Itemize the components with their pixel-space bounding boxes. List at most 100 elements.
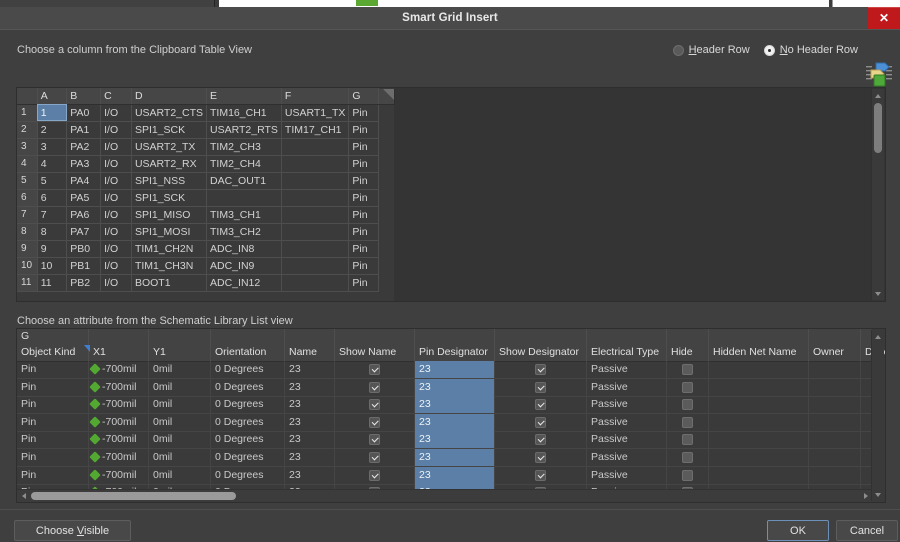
list-cell-name[interactable]: 23 (285, 396, 335, 414)
list-cell-show_name[interactable] (335, 378, 415, 396)
clipboard-cell-D5[interactable]: SPI1_NSS (131, 172, 208, 190)
clipboard-cell-E7[interactable]: TIM3_CH1 (206, 206, 282, 224)
list-scroll-down-icon[interactable] (872, 489, 884, 501)
list-cell-electrical_type[interactable]: Passive (587, 396, 667, 414)
list-cell-pin_designator[interactable]: 23 (415, 431, 495, 449)
list-cell-show_designator[interactable] (495, 431, 587, 449)
list-item[interactable]: Pin-700mil0mil0 Degrees2323Passive (17, 449, 872, 467)
clipboard-cell-F7[interactable] (281, 206, 350, 224)
clipboard-col-header-b[interactable]: B (66, 88, 102, 105)
close-button[interactable]: ✕ (868, 7, 900, 29)
list-cell-show_name[interactable] (335, 449, 415, 466)
list-vertical-scrollbar[interactable] (871, 330, 884, 501)
clipboard-row-header[interactable]: 3 (17, 138, 38, 156)
clipboard-grid-row[interactable]: 10 10 PB1 I/O TIM1_CH3N ADC_IN9 Pin (17, 257, 379, 275)
clipboard-cell-F11[interactable] (281, 274, 350, 292)
list-cell-orientation[interactable]: 0 Degrees (211, 361, 285, 378)
clipboard-cell-E2[interactable]: USART2_RTS (206, 121, 282, 139)
clipboard-cell-D3[interactable]: USART2_TX (131, 138, 208, 156)
clipboard-cell-F2[interactable]: TIM17_CH1 (281, 121, 350, 139)
list-item[interactable]: Pin-700mil0mil0 Degrees2323Passive (17, 396, 872, 415)
clipboard-col-header-e[interactable]: E (206, 88, 282, 105)
checkbox-checked-icon[interactable] (535, 416, 546, 428)
list-col-header-hidden-net-name[interactable]: Hidden Net Name (709, 344, 809, 361)
clipboard-cell-D9[interactable]: TIM1_CH2N (131, 240, 208, 258)
scroll-left-icon[interactable] (17, 490, 29, 502)
checkbox-checked-icon[interactable] (535, 434, 546, 446)
checkbox-checked-icon[interactable] (535, 399, 546, 411)
clipboard-cell-A8[interactable]: 8 (37, 223, 68, 241)
list-cell-show_designator[interactable] (495, 361, 587, 378)
checkbox-checked-icon[interactable] (535, 452, 546, 463)
clipboard-cell-G9[interactable]: Pin (348, 240, 379, 258)
list-cell-show_designator[interactable] (495, 449, 587, 466)
list-cell-owner[interactable] (809, 396, 861, 414)
clipboard-cell-C4[interactable]: I/O (100, 155, 132, 173)
clipboard-col-header-a[interactable]: A (37, 88, 68, 105)
clipboard-cell-G6[interactable]: Pin (348, 189, 379, 207)
schematic-library-list-view[interactable]: G Object Kind X1 Y1 Orientation Name Show Nam… (16, 328, 886, 503)
radio-header-row[interactable]: Header Row (672, 44, 750, 56)
list-cell-owner[interactable] (809, 413, 861, 431)
list-cell-y1[interactable]: 0mil (149, 466, 211, 484)
clipboard-table-view[interactable]: A B C D E F G 1 1 PA0 I/O USART2_CTS TIM16_CH… (16, 87, 886, 302)
list-cell-object_kind[interactable]: Pin (17, 413, 89, 431)
clipboard-cell-D7[interactable]: SPI1_MISO (131, 206, 208, 224)
checkbox-unchecked-icon[interactable] (682, 381, 693, 393)
list-cell-name[interactable]: 23 (285, 466, 335, 484)
list-cell-show_name[interactable] (335, 361, 415, 378)
clipboard-cell-G5[interactable]: Pin (348, 172, 379, 190)
clipboard-cell-A2[interactable]: 2 (37, 121, 68, 139)
list-cell-owner[interactable] (809, 378, 861, 396)
list-cell-name[interactable]: 23 (285, 413, 335, 431)
clipboard-grid-row[interactable]: 8 8 PA7 I/O SPI1_MOSI TIM3_CH2 Pin (17, 223, 379, 241)
clipboard-cell-F10[interactable] (281, 257, 350, 275)
clipboard-grid-row[interactable]: 4 4 PA3 I/O USART2_RX TIM2_CH4 Pin (17, 155, 379, 173)
list-scroll-up-icon[interactable] (872, 330, 884, 342)
checkbox-checked-icon[interactable] (369, 469, 380, 481)
clipboard-cell-D6[interactable]: SPI1_SCK (131, 189, 208, 207)
list-col-header-owner[interactable]: Owner (809, 344, 861, 361)
clipboard-cell-B4[interactable]: PA3 (66, 155, 102, 173)
clipboard-cell-A10[interactable]: 10 (37, 257, 68, 275)
clipboard-row-header[interactable]: 1 (17, 104, 38, 122)
clipboard-scroll-thumb[interactable] (874, 103, 882, 153)
list-cell-x1[interactable]: -700mil (89, 466, 149, 484)
checkbox-unchecked-icon[interactable] (682, 364, 693, 375)
clipboard-cell-G7[interactable]: Pin (348, 206, 379, 224)
list-col-header-pin-designator[interactable]: Pin Designator (415, 344, 495, 361)
list-cell-electrical_type[interactable]: Passive (587, 431, 667, 449)
list-cell-pin_designator[interactable]: 23 (415, 378, 495, 396)
list-cell-orientation[interactable]: 0 Degrees (211, 413, 285, 431)
choose-visible-columns-button[interactable]: Choose Visible Columns (14, 520, 131, 541)
clipboard-cell-A3[interactable]: 3 (37, 138, 68, 156)
clipboard-cell-A4[interactable]: 4 (37, 155, 68, 173)
list-cell-pin_designator[interactable]: 23 (415, 449, 495, 466)
list-cell-object_kind[interactable]: Pin (17, 378, 89, 396)
list-cell-y1[interactable]: 0mil (149, 413, 211, 431)
clipboard-cell-D8[interactable]: SPI1_MOSI (131, 223, 208, 241)
list-cell-show_designator[interactable] (495, 466, 587, 484)
list-cell-hidden_net_name[interactable] (709, 431, 809, 449)
clipboard-cell-G4[interactable]: Pin (348, 155, 379, 173)
list-cell-object_kind[interactable]: Pin (17, 431, 89, 449)
list-cell-hide[interactable] (667, 361, 709, 378)
list-cell-electrical_type[interactable]: Passive (587, 449, 667, 466)
list-cell-y1[interactable]: 0mil (149, 378, 211, 396)
clipboard-cell-C3[interactable]: I/O (100, 138, 132, 156)
list-cell-y1[interactable]: 0mil (149, 449, 211, 466)
list-cell-owner[interactable] (809, 361, 861, 378)
scroll-up-icon[interactable] (872, 89, 884, 101)
list-cell-hidden_net_name[interactable] (709, 378, 809, 396)
clipboard-cell-F1[interactable]: USART1_TX (281, 104, 350, 122)
clipboard-cell-F8[interactable] (281, 223, 350, 241)
list-cell-show_name[interactable] (335, 431, 415, 449)
checkbox-checked-icon[interactable] (369, 399, 380, 411)
list-cell-y1[interactable]: 0mil (149, 361, 211, 378)
clipboard-cell-B2[interactable]: PA1 (66, 121, 102, 139)
clipboard-row-header[interactable]: 6 (17, 189, 38, 207)
list-cell-hide[interactable] (667, 466, 709, 484)
scroll-down-icon[interactable] (872, 288, 884, 300)
list-cell-hidden_net_name[interactable] (709, 361, 809, 378)
list-cell-pin_designator[interactable]: 23 (415, 413, 495, 431)
